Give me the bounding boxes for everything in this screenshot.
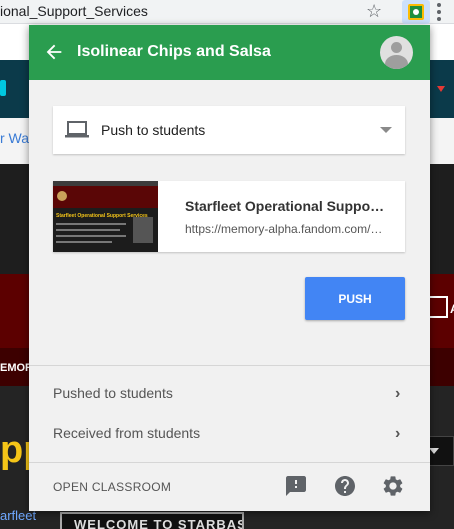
open-classroom-link[interactable]: OPEN CLASSROOM xyxy=(53,480,171,494)
google-classroom-icon xyxy=(408,4,424,20)
page-thumbnail: Starfleet Operational Support Services xyxy=(53,181,158,252)
help-icon[interactable] xyxy=(333,474,357,498)
push-mode-selected-value: Push to students xyxy=(101,122,206,138)
classroom-popup: Isolinear Chips and Salsa Push to studen… xyxy=(29,25,430,511)
page-nav-link[interactable]: r Wa xyxy=(0,130,29,146)
classroom-extension-button[interactable] xyxy=(402,0,430,24)
page-edit-letter: A xyxy=(450,302,454,316)
page-header-dropdown-icon xyxy=(437,86,445,92)
push-button[interactable]: PUSH xyxy=(305,277,405,320)
account-avatar-icon[interactable] xyxy=(380,36,413,69)
arrow-back-icon[interactable] xyxy=(43,41,65,63)
page-welcome-banner: WELCOME TO STARBASE 74 xyxy=(60,512,244,529)
divider xyxy=(29,462,430,463)
edit-icon[interactable] xyxy=(428,296,448,318)
chevron-right-icon: › xyxy=(395,425,401,442)
popup-header: Isolinear Chips and Salsa xyxy=(29,25,430,80)
received-from-students-label: Received from students xyxy=(53,425,201,441)
chevron-down-icon xyxy=(380,127,392,133)
class-title: Isolinear Chips and Salsa xyxy=(77,43,271,60)
star-icon[interactable]: ☆ xyxy=(366,1,382,21)
laptop-icon xyxy=(65,121,89,138)
push-mode-select[interactable]: Push to students xyxy=(53,106,405,154)
browser-toolbar: ional_Support_Services ☆ xyxy=(0,0,454,24)
feedback-icon[interactable] xyxy=(284,474,308,498)
page-title: Starfleet Operational Support Services xyxy=(185,198,385,214)
received-from-students-link[interactable]: Received from students › xyxy=(29,417,430,451)
more-vert-icon[interactable] xyxy=(437,3,441,21)
chevron-right-icon: › xyxy=(395,385,401,402)
page-url: https://memory-alpha.fandom.com/wiki/Sta… xyxy=(185,222,388,236)
divider xyxy=(29,365,430,366)
settings-icon[interactable] xyxy=(381,474,405,498)
address-bar-url[interactable]: ional_Support_Services xyxy=(0,3,148,19)
page-header-accent xyxy=(0,80,6,96)
pushed-to-students-link[interactable]: Pushed to students › xyxy=(29,377,430,411)
page-preview-card: Starfleet Operational Support Services S… xyxy=(53,181,405,252)
page-welcome-banner-text: WELCOME TO STARBASE 74 xyxy=(74,517,242,529)
pushed-to-students-label: Pushed to students xyxy=(53,385,173,401)
